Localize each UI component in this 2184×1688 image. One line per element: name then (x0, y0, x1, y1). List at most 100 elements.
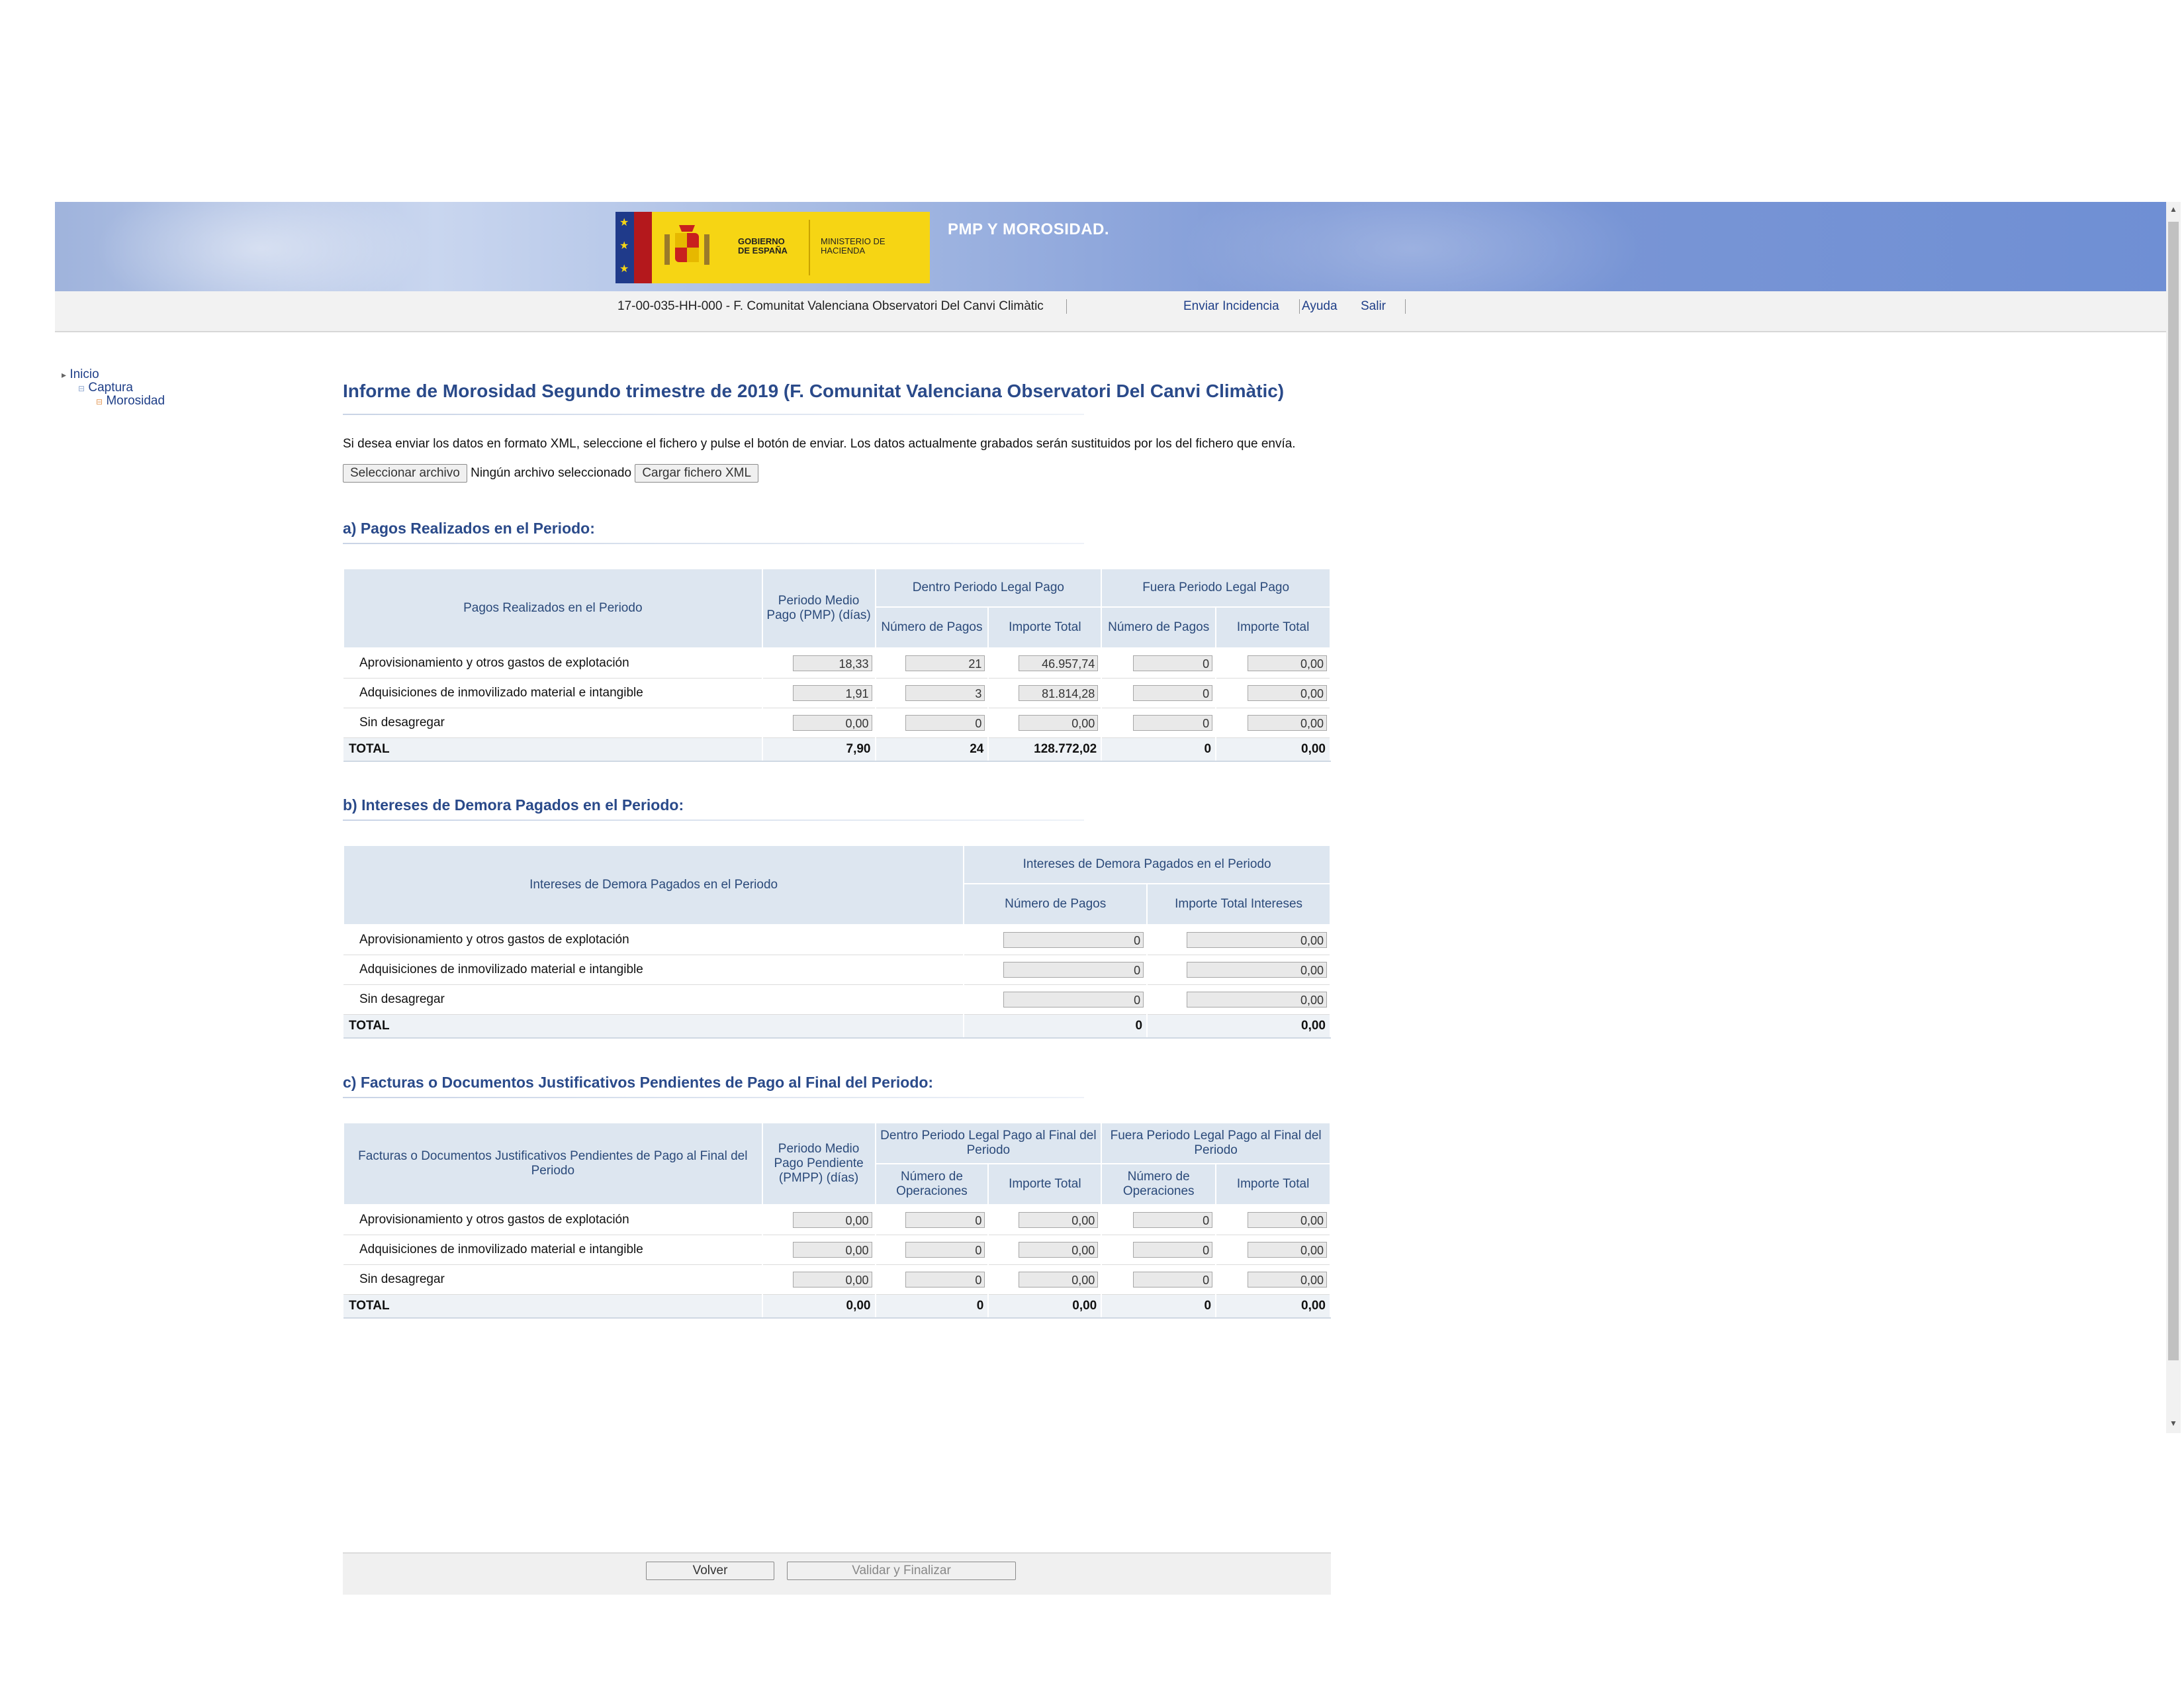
form-footer: Volver Validar y Finalizar (343, 1552, 1331, 1595)
row-label: Sin desagregar (343, 708, 763, 738)
tree-leaf-icon: ⊟ (96, 397, 103, 406)
num-pagos-input[interactable]: 21 (905, 655, 985, 671)
pending-invoices-table: Facturas o Documentos Justificativos Pen… (343, 1122, 1331, 1319)
importe-input[interactable]: 0,00 (1187, 991, 1327, 1008)
num-pagos-input[interactable]: 0 (1003, 931, 1144, 948)
xml-info-text: Si desea enviar los datos en formato XML… (343, 437, 1296, 451)
num-operaciones-input[interactable]: 0 (905, 1211, 985, 1228)
nav-item-inicio[interactable]: Inicio (69, 367, 99, 381)
importe-input[interactable]: 0,00 (1248, 655, 1327, 671)
total-value: 0 (1101, 737, 1217, 762)
num-operaciones-input[interactable]: 0 (1133, 1271, 1213, 1288)
government-logo: ★ ★ ★ GOBIERNO DE ESPAÑA MINISTERIO DE H… (615, 212, 930, 283)
importe-input[interactable]: 0,00 (1019, 1211, 1099, 1228)
importe-input[interactable]: 0,00 (1248, 1241, 1327, 1258)
col-header-imp: Importe Total (987, 606, 1103, 649)
num-pagos-input[interactable]: 0 (1133, 714, 1213, 731)
total-label: TOTAL (343, 737, 763, 762)
total-row: TOTAL 0 0,00 (343, 1014, 1331, 1039)
col-header-row-label: Facturas o Documentos Justificativos Pen… (343, 1122, 763, 1205)
pmpp-input[interactable]: 0,00 (792, 1241, 872, 1258)
load-xml-button[interactable]: Cargar fichero XML (635, 464, 759, 483)
importe-input[interactable]: 0,00 (1187, 961, 1327, 978)
pmp-input[interactable]: 18,33 (792, 655, 872, 671)
importe-input[interactable]: 0,00 (1248, 684, 1327, 701)
importe-input[interactable]: 0,00 (1248, 1211, 1327, 1228)
vertical-scrollbar[interactable]: ▲ ▼ (2166, 202, 2181, 1433)
section-b-title: b) Intereses de Demora Pagados en el Per… (343, 796, 684, 814)
num-operaciones-input[interactable]: 0 (1133, 1241, 1213, 1258)
total-value: 0 (1101, 1294, 1217, 1319)
total-label: TOTAL (343, 1294, 763, 1319)
col-header-num: Número de Operaciones (874, 1163, 989, 1205)
coat-of-arms-icon (664, 225, 709, 265)
pmpp-input[interactable]: 0,00 (792, 1271, 872, 1288)
pmp-input[interactable]: 1,91 (792, 684, 872, 701)
col-header-group: Intereses de Demora Pagados en el Period… (963, 845, 1331, 884)
table-row: Sin desagregar 0 0,00 (343, 984, 1331, 1015)
importe-input[interactable]: 81.814,28 (1019, 684, 1099, 701)
num-pagos-input[interactable]: 0 (905, 714, 985, 731)
logo-ministry-text: MINISTERIO DE HACIENDA (821, 236, 886, 256)
header-subbar: 17-00-035-HH-000 - F. Comunitat Valencia… (55, 291, 2166, 332)
importe-input[interactable]: 0,00 (1019, 1241, 1099, 1258)
table-row: Sin desagregar 0,00 0 0,00 0 0,00 (343, 708, 1331, 738)
row-label: Sin desagregar (343, 1264, 763, 1295)
num-operaciones-input[interactable]: 0 (1133, 1211, 1213, 1228)
total-value: 0,00 (1147, 1014, 1331, 1039)
num-pagos-input[interactable]: 0 (1133, 684, 1213, 701)
col-header-num: Número de Pagos (963, 883, 1148, 925)
nav-item-morosidad[interactable]: Morosidad (106, 394, 165, 408)
row-label: Aprovisionamiento y otros gastos de expl… (343, 1205, 763, 1235)
importe-input[interactable]: 0,00 (1187, 931, 1327, 948)
total-value: 0 (875, 1294, 989, 1319)
num-operaciones-input[interactable]: 0 (905, 1241, 985, 1258)
select-file-button[interactable]: Seleccionar archivo (343, 464, 467, 483)
col-header-num: Número de Operaciones (1101, 1163, 1217, 1205)
section-c-title: c) Facturas o Documentos Justificativos … (343, 1074, 934, 1091)
report-incident-link[interactable]: Enviar Incidencia (1183, 299, 1279, 314)
importe-input[interactable]: 0,00 (1019, 714, 1099, 731)
payments-table: Pagos Realizados en el Periodo Periodo M… (343, 568, 1331, 762)
table-row: Adquisiciones de inmovilizado material e… (343, 1235, 1331, 1265)
col-header-imp: Importe Total (1215, 1163, 1331, 1205)
total-row: TOTAL 7,90 24 128.772,02 0 0,00 (343, 737, 1331, 762)
importe-input[interactable]: 0,00 (1019, 1271, 1099, 1288)
back-button[interactable]: Volver (646, 1562, 774, 1580)
pmp-input[interactable]: 0,00 (792, 714, 872, 731)
importe-input[interactable]: 0,00 (1248, 1271, 1327, 1288)
num-pagos-input[interactable]: 0 (1003, 961, 1144, 978)
total-value: 0 (964, 1014, 1148, 1039)
col-header-dentro: Dentro Periodo Legal Pago al Final del P… (874, 1122, 1103, 1164)
xml-upload-row: Seleccionar archivo Ningún archivo selec… (343, 464, 759, 484)
table-row: Adquisiciones de inmovilizado material e… (343, 955, 1331, 985)
header-banner: ★ ★ ★ GOBIERNO DE ESPAÑA MINISTERIO DE H… (55, 202, 2166, 291)
app-window: ★ ★ ★ GOBIERNO DE ESPAÑA MINISTERIO DE H… (55, 202, 2181, 1595)
row-label: Adquisiciones de inmovilizado material e… (343, 1235, 763, 1265)
scrollbar-thumb[interactable] (2168, 222, 2179, 1360)
validate-finish-button[interactable]: Validar y Finalizar (787, 1562, 1016, 1580)
page-title: Informe de Morosidad Segundo trimestre d… (343, 381, 1285, 401)
total-row: TOTAL 0,00 0 0,00 0 0,00 (343, 1294, 1331, 1319)
tree-arrow-icon: ▸ (62, 369, 67, 380)
col-header-imp: Importe Total Intereses (1146, 883, 1331, 925)
num-operaciones-input[interactable]: 0 (905, 1271, 985, 1288)
col-header-fuera: Fuera Periodo Legal Pago al Final del Pe… (1101, 1122, 1331, 1164)
importe-input[interactable]: 46.957,74 (1019, 655, 1099, 671)
nav-item-captura[interactable]: Captura (88, 381, 133, 395)
help-link[interactable]: Ayuda (1302, 299, 1338, 314)
table-row: Sin desagregar 0,00 0 0,00 0 0,00 (343, 1264, 1331, 1295)
logout-link[interactable]: Salir (1361, 299, 1386, 314)
table-row: Aprovisionamiento y otros gastos de expl… (343, 1205, 1331, 1235)
late-interest-table: Intereses de Demora Pagados en el Period… (342, 845, 1331, 1039)
num-pagos-input[interactable]: 0 (1003, 991, 1144, 1008)
total-value: 0,00 (988, 1294, 1103, 1319)
num-pagos-input[interactable]: 0 (1133, 655, 1213, 671)
num-pagos-input[interactable]: 3 (905, 684, 985, 701)
total-value: 24 (875, 737, 989, 762)
row-label: Aprovisionamiento y otros gastos de expl… (343, 925, 965, 955)
pmpp-input[interactable]: 0,00 (792, 1211, 872, 1228)
importe-input[interactable]: 0,00 (1248, 714, 1327, 731)
organization-label: 17-00-035-HH-000 - F. Comunitat Valencia… (617, 299, 1044, 313)
col-header-pmpp: Periodo Medio Pago Pendiente (PMPP) (día… (761, 1122, 876, 1205)
